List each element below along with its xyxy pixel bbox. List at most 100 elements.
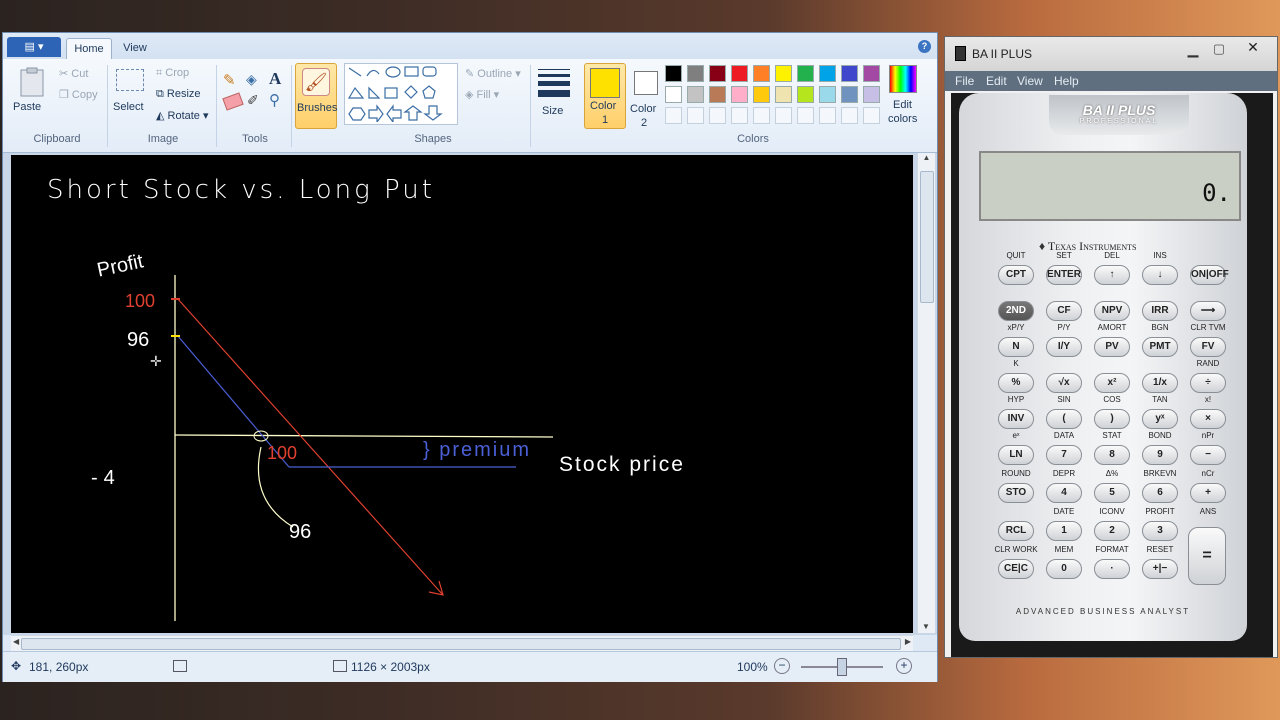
calc-key[interactable]: CF [1046, 301, 1082, 321]
color-swatch[interactable] [775, 86, 792, 103]
color-swatch[interactable] [819, 86, 836, 103]
calc-key[interactable]: STO [998, 483, 1034, 503]
color-swatch[interactable] [753, 86, 770, 103]
calc-key[interactable]: 2 [1094, 521, 1130, 541]
size-button[interactable]: Size [536, 65, 574, 127]
resize-button[interactable]: ⧉ Resize [156, 88, 201, 101]
scroll-down-arrow-icon[interactable]: ▼ [922, 622, 930, 631]
magnifier-icon[interactable]: ⚲ [269, 91, 280, 109]
color-swatch[interactable] [665, 65, 682, 82]
calc-key[interactable]: 3 [1142, 521, 1178, 541]
color-swatch[interactable] [863, 86, 880, 103]
edit-colors-button[interactable]: Edit colors [885, 65, 921, 127]
custom-color-slot[interactable] [665, 107, 682, 124]
calc-key[interactable]: CE|C [998, 559, 1034, 579]
calc-key[interactable]: 2ND [998, 301, 1034, 321]
close-button[interactable]: ✕ [1235, 39, 1271, 59]
color-swatch[interactable] [797, 86, 814, 103]
pencil-icon[interactable]: ✎ [223, 71, 236, 89]
maximize-button[interactable]: ▢ [1207, 41, 1231, 59]
calc-key[interactable]: yˣ [1142, 409, 1178, 429]
menu-file[interactable]: File [955, 74, 974, 88]
custom-color-slot[interactable] [731, 107, 748, 124]
horizontal-scrollbar[interactable]: ◀ ▶ [11, 635, 913, 651]
scroll-up-arrow-icon[interactable]: ▲ [918, 153, 935, 162]
scroll-right-arrow-icon[interactable]: ▶ [905, 637, 911, 646]
color-swatch[interactable] [731, 86, 748, 103]
cut-button[interactable]: ✂ Cut [59, 67, 88, 80]
color-swatch[interactable] [665, 86, 682, 103]
paint-file-menu-button[interactable]: ▤ ▾ [7, 37, 61, 57]
calc-key[interactable]: ⟶ [1190, 301, 1226, 321]
calc-key[interactable]: 0 [1046, 559, 1082, 579]
calc-key[interactable]: · [1094, 559, 1130, 579]
color-swatch[interactable] [687, 86, 704, 103]
minimize-button[interactable]: ▁ [1181, 41, 1205, 59]
custom-color-slot[interactable] [819, 107, 836, 124]
color-swatch[interactable] [709, 86, 726, 103]
calc-key[interactable]: IRR [1142, 301, 1178, 321]
calc-key[interactable]: FV [1190, 337, 1226, 357]
calc-key[interactable]: 9 [1142, 445, 1178, 465]
calc-key[interactable]: 4 [1046, 483, 1082, 503]
brushes-button[interactable]: 🖌 Brushes [295, 63, 337, 129]
calc-key[interactable]: 8 [1094, 445, 1130, 465]
equals-key[interactable]: = [1188, 527, 1226, 585]
custom-color-slot[interactable] [863, 107, 880, 124]
color1-button[interactable]: Color 1 [584, 63, 626, 129]
calc-key[interactable]: ↑ [1094, 265, 1130, 285]
menu-view[interactable]: View [1017, 74, 1043, 88]
color-swatch[interactable] [797, 65, 814, 82]
calc-key[interactable]: 7 [1046, 445, 1082, 465]
vertical-scroll-thumb[interactable] [920, 171, 934, 303]
calc-key[interactable]: CPT [998, 265, 1034, 285]
custom-color-slot[interactable] [709, 107, 726, 124]
color-swatch[interactable] [687, 65, 704, 82]
calc-key[interactable]: 1 [1046, 521, 1082, 541]
shapes-gallery[interactable] [344, 63, 458, 125]
calc-key[interactable]: NPV [1094, 301, 1130, 321]
menu-help[interactable]: Help [1054, 74, 1079, 88]
custom-color-slot[interactable] [753, 107, 770, 124]
help-icon[interactable]: ? [918, 40, 931, 53]
calc-key[interactable]: 6 [1142, 483, 1178, 503]
select-button[interactable]: Select [113, 65, 149, 127]
calc-key[interactable]: ON|OFF [1190, 265, 1229, 285]
copy-button[interactable]: ❐ Copy [59, 88, 98, 101]
zoom-slider-thumb[interactable] [837, 658, 847, 676]
color2-button[interactable]: Color 2 [627, 63, 665, 129]
calc-key[interactable]: % [998, 373, 1034, 393]
calc-key[interactable]: x² [1094, 373, 1130, 393]
calc-key[interactable]: 1/x [1142, 373, 1178, 393]
horizontal-scroll-thumb[interactable] [21, 638, 901, 650]
zoom-in-icon[interactable]: + [896, 658, 912, 674]
fill-bucket-icon[interactable]: ◈ [246, 71, 257, 88]
calc-key[interactable]: ÷ [1190, 373, 1226, 393]
paste-button[interactable]: Paste [11, 65, 51, 125]
custom-color-slot[interactable] [841, 107, 858, 124]
text-tool-icon[interactable]: A [269, 69, 281, 89]
menu-edit[interactable]: Edit [986, 74, 1007, 88]
calc-key[interactable]: +|− [1142, 559, 1178, 579]
tab-home[interactable]: Home [66, 38, 112, 60]
calculator-titlebar[interactable]: BA II PLUS ▁ ▢ ✕ [945, 37, 1277, 71]
calc-key[interactable]: LN [998, 445, 1034, 465]
crop-button[interactable]: ⌗ Crop [156, 67, 189, 80]
color-swatch[interactable] [819, 65, 836, 82]
custom-color-slot[interactable] [687, 107, 704, 124]
eraser-icon[interactable] [222, 92, 244, 111]
color-swatch[interactable] [863, 65, 880, 82]
calc-key[interactable]: N [998, 337, 1034, 357]
calc-key[interactable]: PMT [1142, 337, 1178, 357]
color-swatch[interactable] [731, 65, 748, 82]
custom-color-slot[interactable] [797, 107, 814, 124]
zoom-out-icon[interactable]: − [774, 658, 790, 674]
calc-key[interactable]: 5 [1094, 483, 1130, 503]
calc-key[interactable]: × [1190, 409, 1226, 429]
color-swatch[interactable] [709, 65, 726, 82]
color-swatch[interactable] [753, 65, 770, 82]
color-swatch[interactable] [841, 65, 858, 82]
calc-key[interactable]: − [1190, 445, 1226, 465]
scroll-left-arrow-icon[interactable]: ◀ [13, 637, 19, 646]
color-picker-icon[interactable]: ✐ [247, 92, 259, 109]
